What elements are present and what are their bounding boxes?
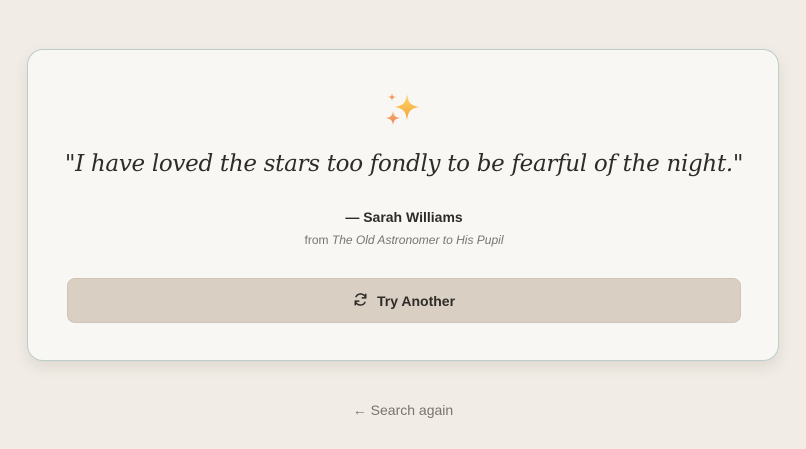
quote-text: "I have loved the stars too fondly to be… [64,151,744,177]
quote-card: "I have loved the stars too fondly to be… [27,49,779,361]
source-title: The Old Astronomer to His Pupil [331,233,504,247]
refresh-icon [353,292,368,310]
sparkles-icon [383,90,423,130]
search-again-link[interactable]: ← Search again [0,402,806,418]
quote-source: from The Old Astronomer to His Pupil [28,233,780,247]
try-another-button[interactable]: Try Another [67,278,741,323]
try-another-label: Try Another [376,292,456,309]
quote-author: — Sarah Williams [345,209,463,225]
source-prefix: from [304,233,332,247]
